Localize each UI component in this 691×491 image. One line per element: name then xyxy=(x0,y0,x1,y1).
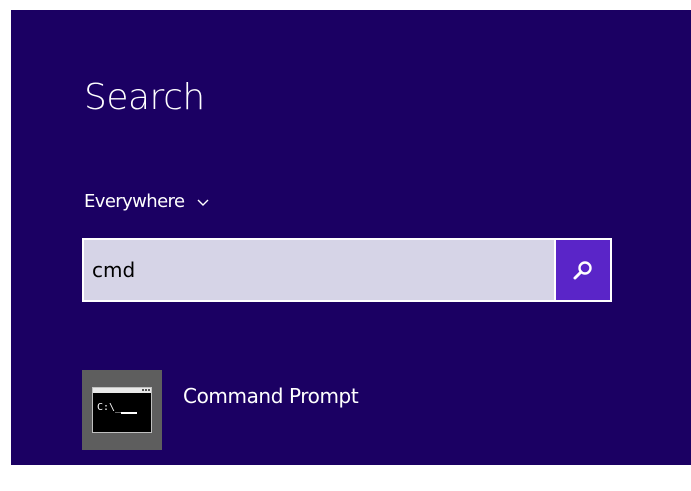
app-tile: C:\_ xyxy=(82,370,162,450)
search-scope-dropdown[interactable]: Everywhere xyxy=(84,187,210,215)
search-scope-label: Everywhere xyxy=(84,190,185,212)
command-prompt-icon: C:\_ xyxy=(92,387,152,433)
magnifier-icon xyxy=(573,261,592,280)
result-label: Command Prompt xyxy=(183,384,359,408)
search-button[interactable] xyxy=(556,240,610,300)
search-box xyxy=(82,238,612,302)
result-item-command-prompt[interactable]: C:\_ Command Prompt xyxy=(82,370,442,452)
screenshot-frame: Search Everywhere C:\_ xyxy=(0,0,691,491)
chevron-down-icon xyxy=(197,199,209,206)
search-field-container xyxy=(84,240,554,300)
search-input[interactable] xyxy=(84,240,554,300)
command-prompt-glyph: C:\_ xyxy=(97,402,122,413)
pane-title: Search xyxy=(84,77,205,118)
